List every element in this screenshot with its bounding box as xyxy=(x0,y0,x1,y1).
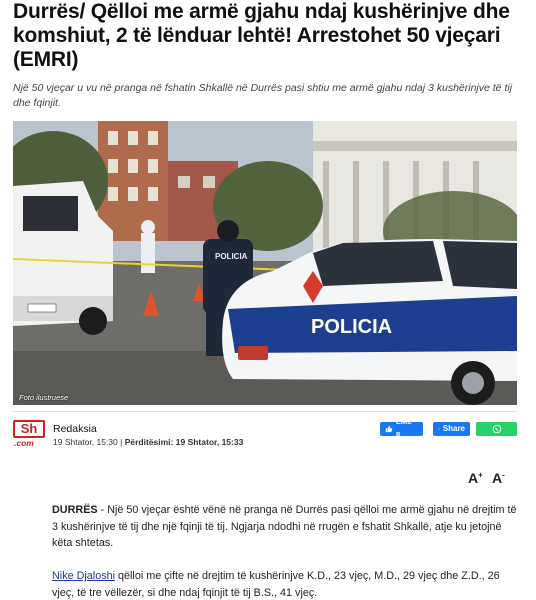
facebook-like-button[interactable]: Like 8 xyxy=(380,417,423,440)
publish-dates: 19 Shtator, 15:30 | Përditësimi: 19 Shta… xyxy=(53,437,243,447)
date-separator: | xyxy=(120,437,123,447)
article-headline: Durrës/ Qëlloi me armë gjahu ndaj kushër… xyxy=(13,0,510,71)
font-decrease-sup: - xyxy=(502,470,505,480)
article-photo[interactable]: POLICIA POLICIA xyxy=(13,121,517,405)
article-paragraph: Nike Djaloshi qëlloi me çifte në drejtim… xyxy=(52,568,518,600)
like-label: Like 8 xyxy=(395,417,412,440)
svg-text:POLICIA: POLICIA xyxy=(215,252,248,261)
updated-date: 19 Shtator, 15:33 xyxy=(175,437,244,447)
divider xyxy=(13,411,517,412)
article-paragraph: DURRËS - Një 50 vjeçar është vënë në pra… xyxy=(52,502,518,552)
article-sublead: Një 50 vjeçar u vu në pranga në fshatin … xyxy=(13,82,513,109)
share-label: Share xyxy=(442,424,465,433)
facebook-icon xyxy=(438,428,440,430)
person-link[interactable]: Nike Djaloshi xyxy=(52,570,115,582)
font-decrease-button[interactable]: A- xyxy=(492,470,505,486)
whatsapp-share-button[interactable] xyxy=(476,422,517,436)
font-decrease-label: A xyxy=(492,470,503,486)
font-increase-button[interactable]: A+ xyxy=(468,470,483,486)
logo-main: Sh xyxy=(13,420,45,438)
paragraph-text: - Një 50 vjeçar është vënë në pranga në … xyxy=(52,504,517,549)
article-page: Durrës/ Qëlloi me armë gjahu ndaj kushër… xyxy=(0,0,536,600)
photo-caption: Foto ilustruese xyxy=(19,393,69,402)
author-name[interactable]: Redaksia xyxy=(53,423,97,435)
published-date: 19 Shtator, 15:30 xyxy=(53,437,118,447)
updated-label: Përditësimi: xyxy=(124,437,174,447)
thumbs-up-icon xyxy=(385,425,393,433)
svg-text:POLICIA: POLICIA xyxy=(311,316,392,338)
paragraph-text: qëlloi me çifte në drejtim të kushërinjv… xyxy=(52,570,500,599)
site-logo[interactable]: Sh .com xyxy=(13,420,45,448)
font-increase-label: A xyxy=(468,470,479,486)
whatsapp-icon xyxy=(492,424,501,434)
font-increase-sup: + xyxy=(478,470,483,480)
dateline: DURRËS xyxy=(52,504,98,516)
facebook-share-button[interactable]: Share xyxy=(433,422,470,436)
logo-sub: .com xyxy=(14,438,34,448)
